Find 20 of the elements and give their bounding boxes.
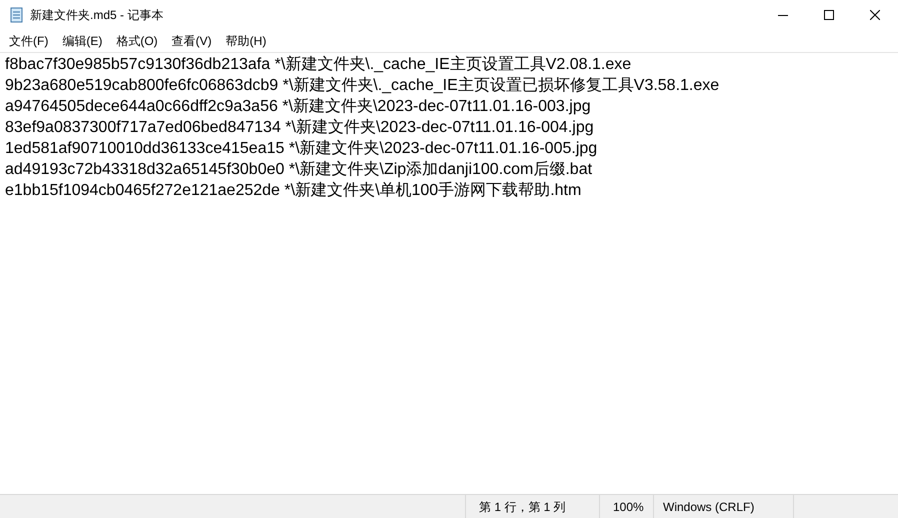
text-line: 1ed581af90710010dd36133ce415ea15 *\新建文件夹\2023-dec-07t11.01.16-005.jpg [5,138,598,159]
text-line: 83ef9a0837300f717a7ed06bed847134 *\新建文件夹\2023-dec-07t11.01.16-004.jpg [5,118,594,138]
text-line: ad49193c72b43318d32a65145f30b0e0 *\新建文件夹\Zip添加danji100.com后缀.bat [5,160,592,180]
text-line: 9b23a680e519cab800fe6fc06863dcb9 *\新建文件夹\._cache_IE主页设置已损坏修复工具V3.58.1.exe [5,76,720,96]
close-icon [870,10,880,20]
text-line: e1bb15f1094cb0465f272e121ae252de *\新建文件夹\单机100手游网下载帮助.htm [5,180,582,201]
minimize-icon [778,14,788,16]
menu-item[interactable]: 帮助(H) [218,30,274,52]
line-ending: Windows (CRLF) [663,498,754,516]
zoom-level: 100% [613,498,644,516]
menu-item[interactable]: 文件(F) [2,30,56,52]
menu-item[interactable]: 格式(O) [109,30,165,52]
menu-item[interactable]: 编辑(E) [55,30,110,52]
text-line: f8bac7f30e985b57c9130f36db213afa *\新建文件夹\._cache_IE主页设置工具V2.08.1.exe [5,54,632,75]
cursor-position: 第 1 行，第 1 列 [479,498,566,516]
window-title: 新建文件夹.md5 - 记事本 [30,7,164,24]
maximize-icon [824,10,834,20]
notepad-icon [9,7,25,23]
menu-item[interactable]: 查看(V) [164,30,219,52]
text-line: a94764505dece644a0c66dff2c9a3a56 *\新建文件夹\2023-dec-07t11.01.16-003.jpg [5,96,591,117]
